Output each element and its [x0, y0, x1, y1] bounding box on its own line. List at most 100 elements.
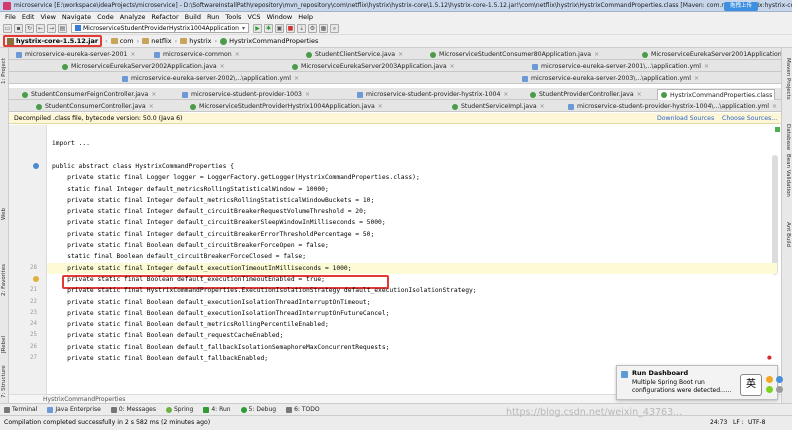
ime-toolbar[interactable]	[764, 376, 788, 396]
close-icon[interactable]: ×	[378, 101, 383, 112]
forward-icon[interactable]: →	[47, 23, 56, 33]
code-line[interactable]: private static final Logger logger = Log…	[52, 172, 420, 183]
editor-tab[interactable]: microservice-student-provider-hystrix-10…	[354, 89, 524, 100]
close-icon[interactable]: ×	[149, 101, 154, 112]
line-separator[interactable]: LF :	[733, 416, 744, 430]
close-icon[interactable]: ×	[151, 89, 156, 100]
editor-tab[interactable]: microservice-eureka-server-2003\...\appl…	[519, 73, 719, 84]
code-line[interactable]: private static final Boolean default_exe…	[52, 274, 325, 285]
code-line[interactable]: import ...	[52, 138, 90, 149]
open-icon[interactable]: ▭	[3, 23, 12, 33]
close-icon[interactable]: ×	[294, 73, 299, 84]
code-line[interactable]: private static final Boolean default_fal…	[52, 342, 389, 353]
code-line[interactable]: static final Boolean default_circuitBrea…	[52, 251, 306, 262]
editor-tab[interactable]: MicroserviceStudentProviderHystrix1004Ap…	[187, 101, 415, 112]
terminal-tool-button[interactable]: Terminal	[4, 406, 37, 413]
menu-code[interactable]: Code	[94, 13, 117, 21]
code-line[interactable]: private static final Boolean default_cir…	[52, 240, 329, 251]
ime-language-button[interactable]: 英	[740, 374, 762, 396]
debug-icon[interactable]: ✱	[264, 23, 273, 33]
project-structure-icon[interactable]: ▦	[319, 23, 328, 33]
menu-build[interactable]: Build	[182, 13, 204, 21]
ime-settings-icon[interactable]	[776, 386, 783, 393]
code-line[interactable]: private static final Boolean default_req…	[52, 330, 283, 341]
database-tool-button[interactable]: Database	[785, 124, 791, 150]
code-line[interactable]: private static final Boolean default_exe…	[52, 308, 389, 319]
code-line[interactable]: private static final Integer default_cir…	[52, 217, 385, 228]
close-icon[interactable]: ×	[694, 73, 699, 84]
search-everywhere-icon[interactable]: ⌕	[330, 23, 339, 33]
breadcrumb-com[interactable]: com	[110, 37, 134, 45]
code-line[interactable]: static final Integer default_metricsRoll…	[52, 184, 329, 195]
editor-tab-active[interactable]: HystrixCommandProperties.class×	[657, 89, 775, 100]
editor-tab[interactable]: microservice-eureka-server-2002\...\appl…	[119, 73, 319, 84]
editor-tab[interactable]: StudentClientService.java ×	[303, 49, 421, 60]
close-icon[interactable]: ×	[235, 49, 240, 60]
close-icon[interactable]: ×	[637, 89, 642, 100]
editor-tab[interactable]: StudentConsumerFeignController.java ×	[19, 89, 167, 100]
close-icon[interactable]: ×	[220, 61, 225, 72]
breadcrumb-hystrix[interactable]: hystrix	[180, 37, 212, 45]
menu-edit[interactable]: Edit	[19, 13, 38, 21]
close-icon[interactable]: ×	[305, 89, 310, 100]
back-icon[interactable]: ←	[36, 23, 45, 33]
editor-tab[interactable]: microservice-eureka-server-2001\...\appl…	[529, 61, 739, 72]
editor-tab[interactable]: microservice-eureka-server-2001 ×	[13, 49, 145, 60]
editor-tab[interactable]: MicroserviceEurekaServer2002Application.…	[59, 61, 279, 72]
bean-validation-tool-button[interactable]: Bean Validation	[785, 154, 791, 197]
web-tool-button[interactable]: Web	[1, 208, 7, 220]
settings-icon[interactable]: ⚙	[308, 23, 317, 33]
run-tool-button[interactable]: 4: Run	[203, 406, 231, 413]
close-icon[interactable]: ×	[398, 49, 403, 60]
menu-refactor[interactable]: Refactor	[148, 13, 181, 21]
ime-skin-icon[interactable]	[766, 386, 773, 393]
vertical-scrollbar[interactable]	[772, 155, 778, 275]
code-line[interactable]: private static final Boolean default_met…	[52, 319, 329, 330]
close-icon[interactable]: ×	[503, 89, 508, 100]
inspection-status-icon[interactable]	[775, 127, 780, 132]
code-line[interactable]: private static final Integer default_exe…	[47, 262, 777, 274]
breadcrumb-netflix[interactable]: netflix	[142, 37, 172, 45]
code-line[interactable]: private static final Integer default_met…	[52, 195, 374, 206]
code-line[interactable]: private static final Boolean default_exe…	[52, 297, 370, 308]
menu-tools[interactable]: Tools	[222, 13, 244, 21]
menu-window[interactable]: Window	[264, 13, 296, 21]
editor-tab[interactable]: StudentServiceImpl.java ×	[449, 101, 564, 112]
structure-tool-button[interactable]: 7: Structure	[1, 365, 7, 398]
coverage-icon[interactable]: ▣	[275, 23, 284, 33]
editor-tab[interactable]: MicroserviceEurekaServer2001Application.…	[639, 49, 781, 60]
close-icon[interactable]: ×	[594, 49, 599, 60]
messages-tool-button[interactable]: 0: Messages	[110, 406, 156, 413]
vcs-update-icon[interactable]: ⇣	[297, 23, 306, 33]
editor-tab[interactable]: microservice-student-provider-hystrix-10…	[565, 101, 777, 112]
status-message[interactable]: Compilation completed successfully in 2 …	[4, 419, 210, 426]
java-enterprise-tool-button[interactable]: Java Enterprise	[47, 406, 101, 413]
close-icon[interactable]: ×	[704, 61, 709, 72]
run-icon[interactable]: ▶	[253, 23, 262, 33]
upload-button[interactable]: 拖拽上传	[723, 2, 758, 11]
ime-emoji-icon[interactable]	[766, 376, 773, 383]
menu-vcs[interactable]: VCS	[244, 13, 263, 21]
run-configuration-select[interactable]: MicroserviceStudentProviderHystrix1004Ap…	[71, 23, 249, 33]
stop-icon[interactable]: ■	[286, 23, 295, 33]
choose-sources-link[interactable]: Choose Sources...	[722, 113, 777, 124]
menu-analyze[interactable]: Analyze	[117, 13, 149, 21]
spring-tool-button[interactable]: Spring	[165, 406, 193, 413]
file-encoding[interactable]: UTF-8	[748, 416, 766, 430]
maven-projects-tool-button[interactable]: Maven Projects	[785, 58, 791, 100]
todo-tool-button[interactable]: 6: TODO	[286, 406, 320, 413]
sync-icon[interactable]: ↻	[25, 23, 34, 33]
code-editor[interactable]: import ... public abstract class HystrixC…	[9, 125, 781, 403]
code-line[interactable]: private static final Boolean default_fal…	[52, 353, 268, 364]
project-tool-button[interactable]: 1: Project	[1, 58, 7, 84]
editor-tab[interactable]: microservice-common ×	[151, 49, 301, 60]
close-icon[interactable]: ×	[772, 101, 777, 112]
editor-tab[interactable]: MicroserviceEurekaServer2003Application.…	[289, 61, 489, 72]
favorites-tool-button[interactable]: 2: Favorites	[1, 264, 7, 296]
breadcrumb-class[interactable]: HystrixCommandProperties	[220, 37, 318, 45]
code-line[interactable]: private static final HystrixCommandPrope…	[52, 285, 476, 296]
caret-position[interactable]: 24:73	[710, 416, 727, 430]
download-sources-link[interactable]: Download Sources	[657, 113, 714, 124]
save-icon[interactable]: ▪	[14, 23, 23, 33]
code-line[interactable]: private static final Integer default_cir…	[52, 206, 367, 217]
